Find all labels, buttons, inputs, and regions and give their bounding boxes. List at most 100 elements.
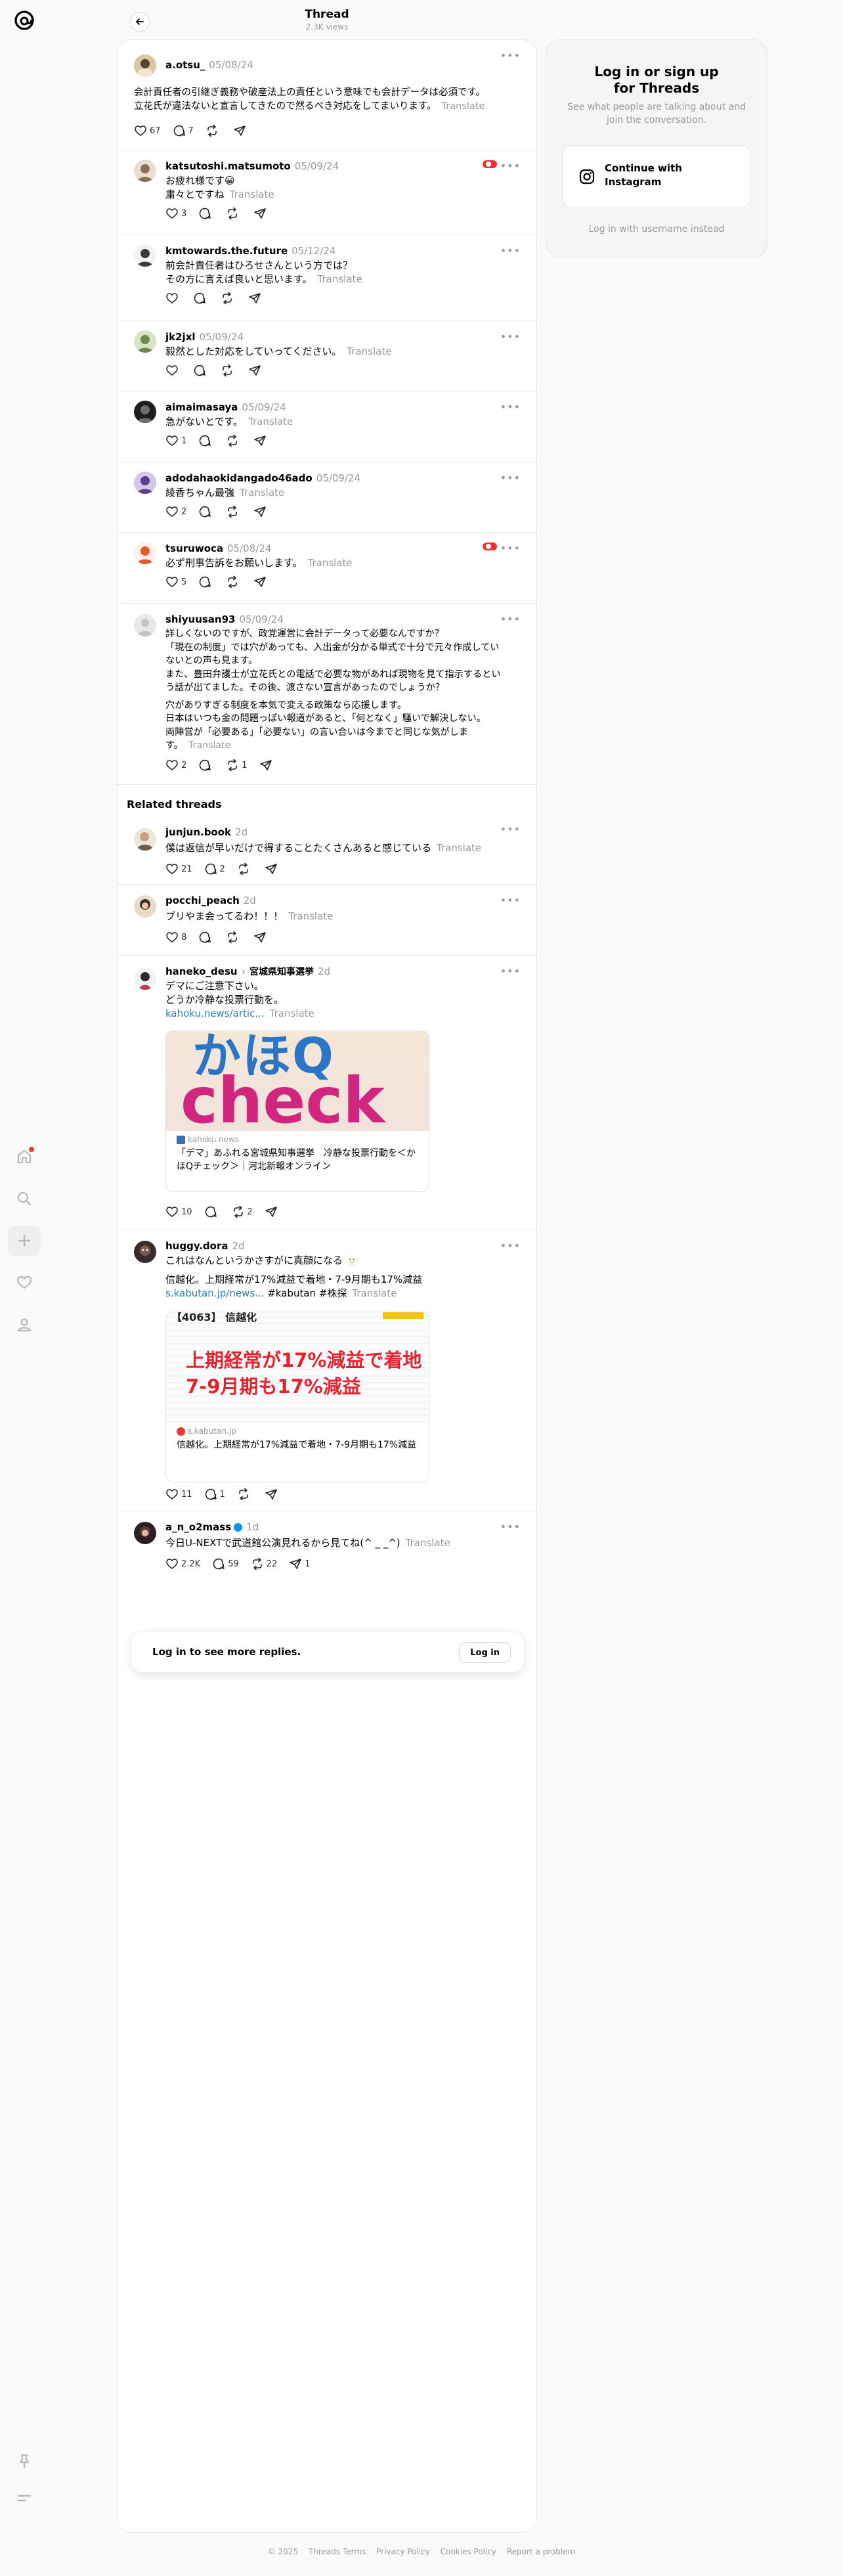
footer-link-report[interactable]: Report a problem: [507, 2547, 575, 2556]
more-options-icon[interactable]: •••: [500, 965, 521, 977]
more-options-icon[interactable]: •••: [500, 401, 521, 413]
username[interactable]: haneko_desu: [165, 966, 238, 977]
link-preview-card[interactable]: 【4063】 信越化 上期経常が17%減益で着地・ 7-9月期も17%減益 s.…: [165, 1312, 429, 1482]
like-button[interactable]: 21: [165, 862, 192, 876]
repost-button[interactable]: [226, 434, 242, 447]
more-options-icon[interactable]: •••: [500, 823, 521, 835]
more-options-icon[interactable]: •••: [500, 49, 521, 62]
nav-create[interactable]: [8, 1226, 41, 1256]
avatar[interactable]: [134, 967, 156, 990]
reply-button[interactable]: [198, 575, 214, 588]
avatar[interactable]: [134, 895, 156, 918]
reply-button[interactable]: [198, 759, 214, 772]
reply-to-user[interactable]: 宮城県知事選挙: [249, 967, 314, 977]
reply-button[interactable]: [198, 505, 214, 518]
more-options-icon[interactable]: •••: [500, 613, 521, 625]
username[interactable]: junjun.book: [165, 826, 231, 838]
repost-button[interactable]: 22: [251, 1557, 277, 1570]
like-button[interactable]: 10: [165, 1205, 192, 1218]
share-button[interactable]: [253, 505, 269, 518]
nav-activity[interactable]: [8, 1268, 41, 1298]
translate-link[interactable]: Translate: [188, 740, 230, 751]
repost-button[interactable]: [237, 1488, 253, 1501]
post-link[interactable]: kahoku.news/artic...: [165, 1008, 265, 1019]
reply-button[interactable]: [198, 931, 214, 944]
translate-link[interactable]: Translate: [437, 842, 481, 854]
more-options-icon[interactable]: •••: [500, 542, 521, 554]
share-button[interactable]: [253, 434, 269, 447]
share-button[interactable]: [248, 364, 264, 377]
avatar[interactable]: [134, 244, 156, 267]
more-options-icon[interactable]: •••: [500, 1521, 521, 1533]
username[interactable]: aimaimasaya: [165, 401, 238, 413]
translate-link[interactable]: Translate: [230, 189, 274, 200]
more-options-icon[interactable]: •••: [500, 472, 521, 484]
avatar[interactable]: [134, 401, 156, 423]
share-button[interactable]: [253, 931, 269, 944]
threads-logo-icon[interactable]: [13, 9, 35, 32]
like-button[interactable]: 8: [165, 931, 186, 944]
translate-link[interactable]: Translate: [352, 1287, 397, 1299]
post-link[interactable]: s.kabutan.jp/news...: [165, 1287, 264, 1299]
nav-pin[interactable]: [8, 2446, 41, 2476]
avatar[interactable]: [134, 614, 156, 636]
share-button[interactable]: [253, 575, 269, 588]
reply-button[interactable]: 2: [204, 862, 225, 876]
more-options-icon[interactable]: •••: [500, 894, 521, 906]
share-button[interactable]: [265, 1205, 280, 1218]
repost-button[interactable]: 2: [232, 1205, 253, 1218]
translate-link[interactable]: Translate: [248, 416, 293, 428]
like-button[interactable]: 67: [134, 124, 161, 137]
nav-menu[interactable]: [8, 2483, 41, 2513]
reply-button[interactable]: 7: [173, 124, 194, 137]
share-button[interactable]: [265, 862, 280, 876]
username[interactable]: a.otsu_: [165, 59, 205, 71]
repost-button[interactable]: [205, 124, 221, 137]
avatar[interactable]: [134, 160, 156, 182]
login-button[interactable]: Log in: [459, 1642, 511, 1663]
repost-button[interactable]: [226, 575, 242, 588]
more-options-icon[interactable]: •••: [500, 160, 521, 172]
repost-button[interactable]: [221, 364, 236, 377]
translate-link[interactable]: Translate: [406, 1537, 450, 1549]
translate-link[interactable]: Translate: [347, 345, 391, 357]
share-button[interactable]: [253, 207, 269, 220]
share-button[interactable]: [259, 759, 275, 772]
username-login-link[interactable]: Log in with username instead: [546, 224, 767, 234]
avatar[interactable]: [134, 542, 156, 564]
like-button[interactable]: 11: [165, 1488, 192, 1501]
like-button[interactable]: 2.2K: [165, 1557, 200, 1570]
like-button[interactable]: 5: [165, 575, 186, 588]
share-button[interactable]: [248, 292, 264, 305]
link-preview-card[interactable]: かほQ check kahoku.news 「デマ」あふれる宮城県知事選挙 冷静…: [165, 1031, 429, 1192]
translate-link[interactable]: Translate: [270, 1008, 314, 1019]
avatar[interactable]: [134, 330, 156, 353]
repost-button[interactable]: [237, 862, 253, 876]
translate-link[interactable]: Translate: [308, 557, 353, 569]
repost-button[interactable]: [226, 505, 242, 518]
translate-link[interactable]: Translate: [288, 910, 333, 922]
translate-link[interactable]: Translate: [318, 273, 362, 285]
avatar[interactable]: [134, 1241, 156, 1263]
username[interactable]: huggy.dora: [165, 1240, 228, 1252]
translate-link[interactable]: Translate: [442, 101, 485, 112]
repost-button[interactable]: [221, 292, 236, 305]
avatar[interactable]: [134, 472, 156, 494]
like-button[interactable]: [165, 292, 181, 305]
username[interactable]: katsutoshi.matsumoto: [165, 160, 291, 172]
username[interactable]: jk2jxl: [165, 331, 196, 343]
reply-button[interactable]: [193, 364, 209, 377]
reply-button[interactable]: [198, 207, 214, 220]
username[interactable]: adodahaokidangado46ado: [165, 472, 313, 484]
username[interactable]: shiyuusan93: [165, 613, 236, 625]
username[interactable]: tsuruwoca: [165, 543, 223, 554]
like-button[interactable]: 1: [165, 434, 186, 447]
footer-link-cookies[interactable]: Cookies Policy: [441, 2547, 496, 2556]
reply-button[interactable]: 1: [204, 1488, 225, 1501]
translate-link[interactable]: Translate: [240, 487, 284, 499]
footer-link-privacy[interactable]: Privacy Policy: [376, 2547, 430, 2556]
more-options-icon[interactable]: •••: [500, 330, 521, 343]
repost-button[interactable]: [226, 207, 242, 220]
avatar[interactable]: [134, 1522, 156, 1544]
avatar[interactable]: [134, 55, 156, 77]
